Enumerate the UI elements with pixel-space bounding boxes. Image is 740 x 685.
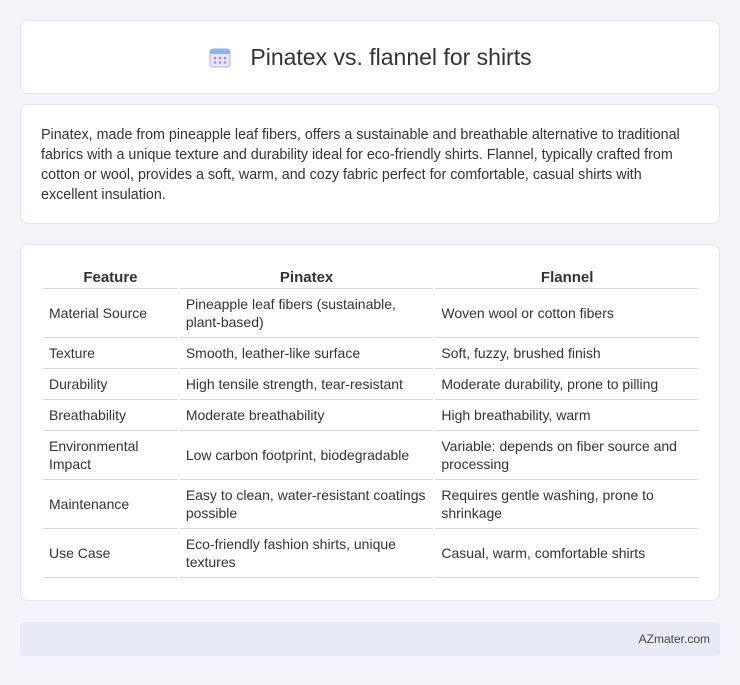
flannel-cell: Requires gentle washing, prone to shrink… <box>435 480 699 529</box>
page-title: Pinatex vs. flannel for shirts <box>250 43 532 70</box>
header-pinatex: Pinatex <box>179 265 434 289</box>
pinatex-cell: Easy to clean, water-resistant coatings … <box>179 480 434 529</box>
pinatex-cell: Eco-friendly fashion shirts, unique text… <box>179 529 434 578</box>
table-row: Material Source Pineapple leaf fibers (s… <box>43 289 699 338</box>
table-row: Texture Smooth, leather-like surface Sof… <box>43 338 699 369</box>
table-row: Durability High tensile strength, tear-r… <box>43 369 699 400</box>
comparison-table: Feature Pinatex Flannel Material Source … <box>41 265 701 578</box>
header-feature: Feature <box>43 265 178 289</box>
flannel-cell: Casual, warm, comfortable shirts <box>435 529 699 578</box>
intro-paragraph: Pinatex, made from pineapple leaf fibers… <box>41 127 680 203</box>
pinatex-cell: Low carbon footprint, biodegradable <box>179 431 434 480</box>
table-row: Breathability Moderate breathability Hig… <box>43 400 699 431</box>
flannel-cell: Variable: depends on fiber source and pr… <box>435 431 699 480</box>
title-card: Pinatex vs. flannel for shirts <box>20 20 720 94</box>
calendar-icon <box>209 48 231 68</box>
table-row: Use Case Eco-friendly fashion shirts, un… <box>43 529 699 578</box>
table-row: Environmental Impact Low carbon footprin… <box>43 431 699 480</box>
feature-cell: Breathability <box>43 400 178 431</box>
pinatex-cell: High tensile strength, tear-resistant <box>179 369 434 400</box>
feature-cell: Use Case <box>43 529 178 578</box>
feature-cell: Maintenance <box>43 480 178 529</box>
flannel-cell: Woven wool or cotton fibers <box>435 289 699 338</box>
table-row: Maintenance Easy to clean, water-resista… <box>43 480 699 529</box>
flannel-cell: Soft, fuzzy, brushed finish <box>435 338 699 369</box>
pinatex-cell: Moderate breathability <box>179 400 434 431</box>
feature-cell: Durability <box>43 369 178 400</box>
pinatex-cell: Pineapple leaf fibers (sustainable, plan… <box>179 289 434 338</box>
table-header-row: Feature Pinatex Flannel <box>43 265 699 289</box>
feature-cell: Material Source <box>43 289 178 338</box>
title-wrap: Pinatex vs. flannel for shirts <box>208 43 532 71</box>
footer-site-link[interactable]: AZmater.com <box>639 632 710 646</box>
flannel-cell: Moderate durability, prone to pilling <box>435 369 699 400</box>
header-flannel: Flannel <box>435 265 699 289</box>
flannel-cell: High breathability, warm <box>435 400 699 431</box>
feature-cell: Environmental Impact <box>43 431 178 480</box>
comparison-card: Feature Pinatex Flannel Material Source … <box>20 244 720 601</box>
footer: AZmater.com <box>20 622 720 656</box>
feature-cell: Texture <box>43 338 178 369</box>
intro-card: Pinatex, made from pineapple leaf fibers… <box>20 104 720 224</box>
pinatex-cell: Smooth, leather-like surface <box>179 338 434 369</box>
